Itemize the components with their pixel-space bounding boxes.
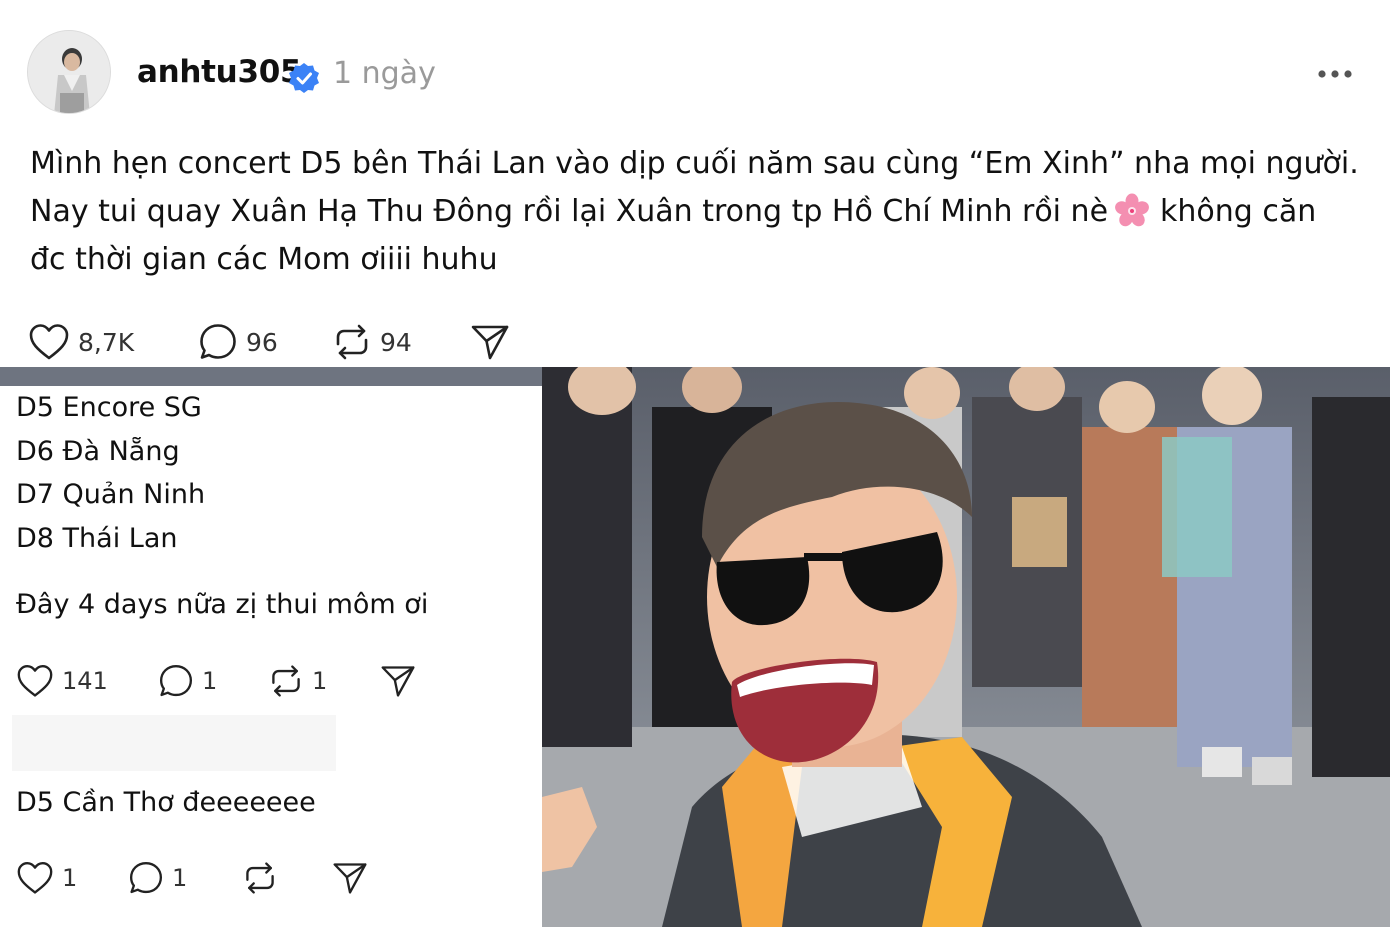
repost-icon (336, 324, 368, 360)
heart-icon (17, 861, 53, 894)
send-icon (333, 863, 367, 894)
post-caption: Mình hẹn concert D5 bên Thái Lan vào dịp… (30, 140, 1370, 284)
send-icon (381, 666, 415, 697)
embedded-comment-panel: D5 Encore SG D6 Đà Nẵng D7 Quản Ninh D8 … (0, 386, 542, 927)
repost-button[interactable]: 1 (268, 663, 327, 699)
comment-text: D5 Cần Thơ đeeeeeee (16, 787, 316, 818)
share-button[interactable] (470, 322, 510, 362)
repost-icon (272, 665, 300, 697)
like-button[interactable]: 1 (16, 860, 77, 896)
comment-count: 1 (172, 864, 188, 892)
share-button[interactable] (380, 663, 416, 699)
repost-count: 1 (312, 667, 328, 695)
comment-divider (12, 715, 336, 771)
caption-text: không căn (1160, 194, 1317, 229)
comment-bubble-icon (129, 861, 163, 894)
caption-text: Nay tui quay Xuân Hạ Thu Đông rồi lại Xu… (30, 194, 1109, 229)
avatar[interactable] (27, 30, 111, 114)
post-timestamp: 1 ngày (333, 56, 436, 91)
comment-bubble-icon (159, 664, 193, 697)
comment-text: Đây 4 days nữa zị thui môm ơi (16, 589, 429, 620)
send-icon (471, 325, 509, 360)
repost-button[interactable] (242, 860, 278, 896)
cherry-blossom-emoji-icon (1114, 193, 1150, 229)
comment-count: 1 (202, 667, 218, 695)
like-count: 1 (62, 864, 78, 892)
like-count: 8,7K (78, 327, 135, 357)
like-count: 141 (62, 667, 108, 695)
selfie-photo (542, 367, 1390, 927)
schedule-item: D6 Đà Nẵng (16, 436, 180, 467)
repost-count: 94 (380, 327, 412, 357)
like-button[interactable]: 8,7K (28, 322, 134, 362)
comment-count: 96 (246, 327, 278, 357)
verified-badge-icon (287, 61, 321, 95)
comment-bubble-icon (200, 324, 236, 359)
caption-line: Mình hẹn concert D5 bên Thái Lan vào dịp… (30, 146, 1359, 181)
schedule-item: D7 Quản Ninh (16, 479, 206, 510)
comment-button[interactable]: 1 (128, 860, 187, 896)
share-button[interactable] (332, 860, 368, 896)
username[interactable]: anhtu305 (137, 54, 302, 91)
schedule-item: D8 Thái Lan (16, 523, 178, 554)
schedule-item: D5 Encore SG (16, 392, 202, 423)
caption-line: Nay tui quay Xuân Hạ Thu Đông rồi lại Xu… (30, 188, 1370, 236)
repost-icon (246, 862, 274, 894)
heart-icon (29, 324, 69, 360)
heart-icon (17, 664, 53, 697)
like-button[interactable]: 141 (16, 663, 108, 699)
post-media[interactable]: D5 Encore SG D6 Đà Nẵng D7 Quản Ninh D8 … (0, 367, 1390, 927)
repost-button[interactable]: 94 (332, 322, 412, 362)
more-options-icon (1318, 70, 1352, 78)
avatar-image (28, 31, 110, 113)
caption-line: đc thời gian các Mom ơiiii huhu (30, 242, 498, 277)
more-options-button[interactable] (1314, 61, 1358, 87)
comment-button[interactable]: 96 (198, 322, 278, 362)
comment-button[interactable]: 1 (158, 663, 217, 699)
